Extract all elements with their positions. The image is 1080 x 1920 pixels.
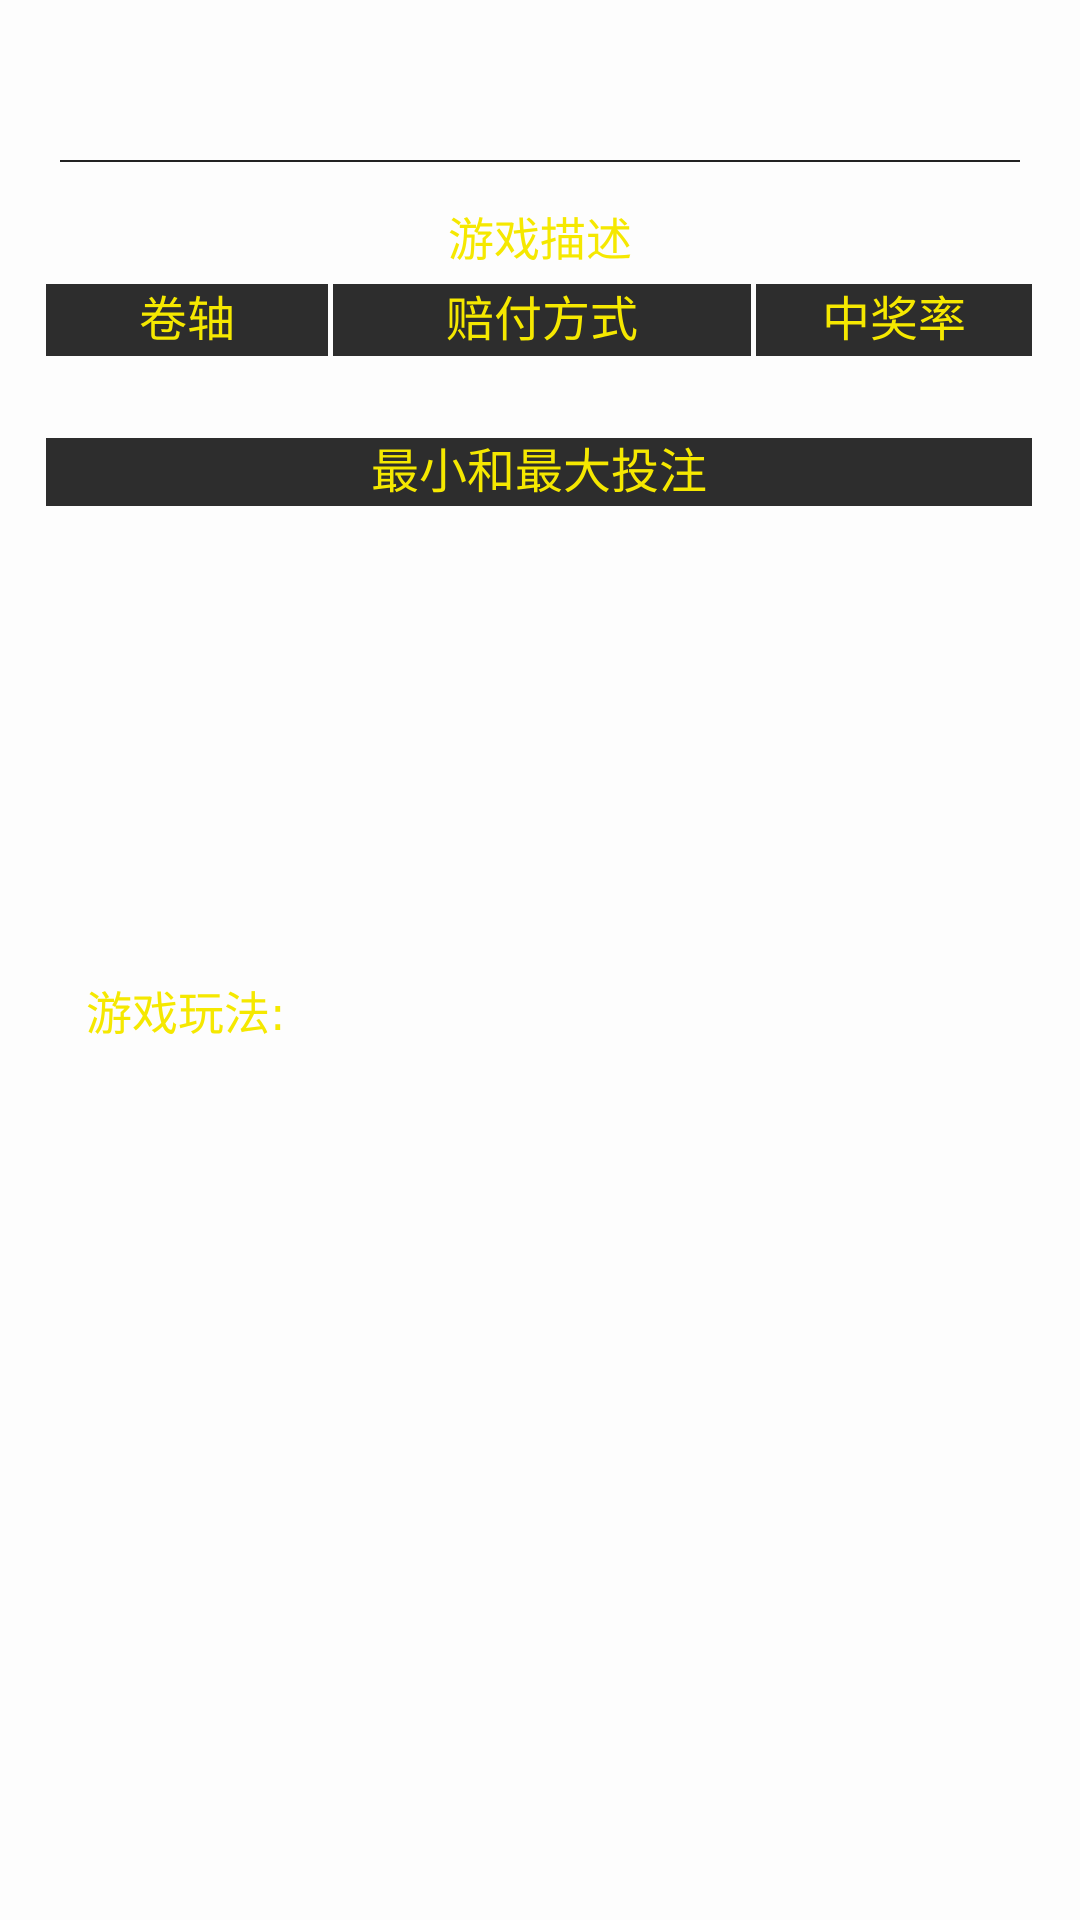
tab-reels[interactable]: 卷轴 — [46, 284, 328, 356]
tab-win-rate[interactable]: 中奖率 — [756, 284, 1032, 356]
header-divider — [60, 160, 1020, 162]
how-to-play-heading: 游戏玩法: — [86, 987, 286, 1041]
game-description-title: 游戏描述 — [448, 213, 632, 267]
info-tabs: 卷轴 赔付方式 中奖率 — [46, 284, 1032, 356]
min-max-bet-bar[interactable]: 最小和最大投注 — [46, 438, 1032, 506]
tab-payways[interactable]: 赔付方式 — [333, 284, 751, 356]
